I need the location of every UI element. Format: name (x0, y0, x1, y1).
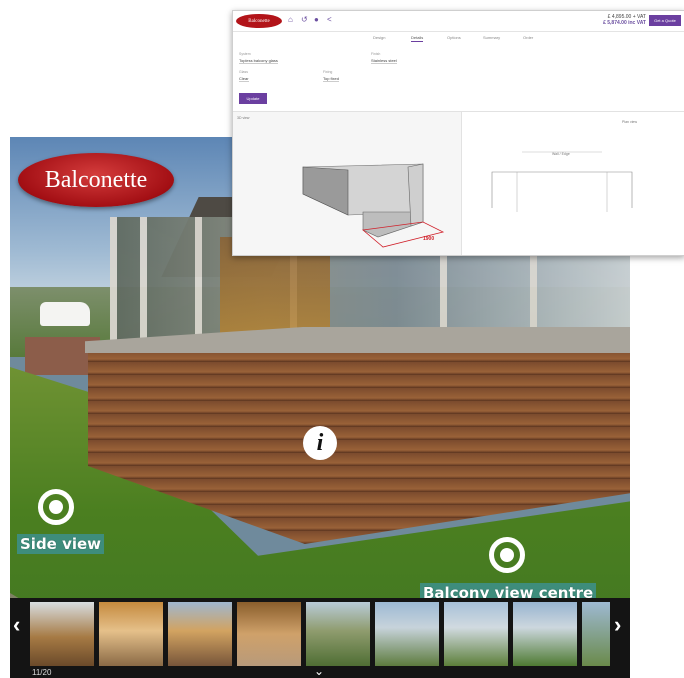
tab-order[interactable]: Order (523, 35, 533, 40)
tab-design[interactable]: Design (373, 35, 385, 40)
parked-car (40, 302, 90, 326)
thumbnail[interactable] (582, 602, 610, 666)
system-select[interactable]: Topless balcony glass (239, 58, 278, 64)
thumbnail[interactable] (306, 602, 370, 666)
side-view-hotspot-icon[interactable] (38, 489, 74, 525)
3d-balcony-model (302, 163, 445, 248)
fixing-select[interactable]: Top fixed (323, 76, 340, 82)
tab-options[interactable]: Options (447, 35, 461, 40)
balcony-view-centre-hotspot-icon[interactable] (489, 537, 525, 573)
plan-drawing (491, 151, 633, 212)
thumbnail[interactable] (513, 602, 577, 666)
configurator-logo: Balconette (236, 14, 282, 28)
system-label: System (239, 52, 251, 56)
balconette-logo: Balconette (18, 153, 174, 207)
3d-view-panel[interactable]: 3D view 1900 (233, 111, 462, 255)
home-icon[interactable]: ⌂ (288, 16, 296, 24)
thumbnail[interactable] (99, 602, 163, 666)
info-icon[interactable]: ● (314, 16, 322, 24)
share-icon[interactable]: < (327, 16, 335, 24)
plan-view-panel[interactable]: Plan view Wall / Edge (462, 111, 684, 255)
side-view-label[interactable]: Side view (17, 534, 105, 554)
thumbnail-list (30, 602, 610, 666)
thumbnail[interactable] (30, 602, 94, 666)
configurator-logo-text: Balconette (248, 18, 270, 24)
glass-label: Glass (239, 70, 248, 74)
dimension-label: 1900 (423, 236, 435, 242)
thumbnail[interactable] (237, 602, 301, 666)
finish-label: Finish (371, 52, 381, 56)
thumbnail[interactable] (375, 602, 439, 666)
configurator-tabs: Design Details Options Summary Order (233, 32, 684, 44)
thumbnail[interactable] (444, 602, 508, 666)
price-total: £ 4,895.00 + VAT £ 5,874.00 inc VAT (603, 14, 646, 26)
collapse-chevron-icon[interactable]: ⌄ (314, 664, 324, 678)
tab-summary[interactable]: Summary (483, 35, 500, 40)
prev-arrow-icon[interactable]: ‹ (13, 612, 20, 638)
configurator-window: Balconette ⌂ ↺ ● < £ 4,895.00 + VAT £ 5,… (232, 10, 684, 256)
tab-details[interactable]: Details (411, 35, 424, 42)
finish-select[interactable]: Stainless steel (371, 58, 397, 64)
plan-edge-label: Wall / Edge (552, 152, 570, 156)
thumbnail[interactable] (168, 602, 232, 666)
configurator-header: Balconette ⌂ ↺ ● < £ 4,895.00 + VAT £ 5,… (233, 11, 684, 32)
undo-icon[interactable]: ↺ (301, 16, 309, 24)
next-arrow-icon[interactable]: › (614, 612, 621, 638)
image-counter: 11/20 (32, 668, 52, 677)
price-inc-vat: £ 5,874.00 inc VAT (603, 20, 646, 26)
glass-select[interactable]: Clear (239, 76, 249, 82)
fixing-label: Fixing (323, 70, 333, 74)
info-icon[interactable]: i (303, 426, 337, 460)
logo-text: Balconette (44, 166, 148, 193)
thumbnail-strip: ‹ › 11/20 ⌄ (10, 598, 630, 678)
quote-button[interactable]: Get a Quote (649, 15, 681, 26)
update-button[interactable]: Update (239, 93, 267, 104)
